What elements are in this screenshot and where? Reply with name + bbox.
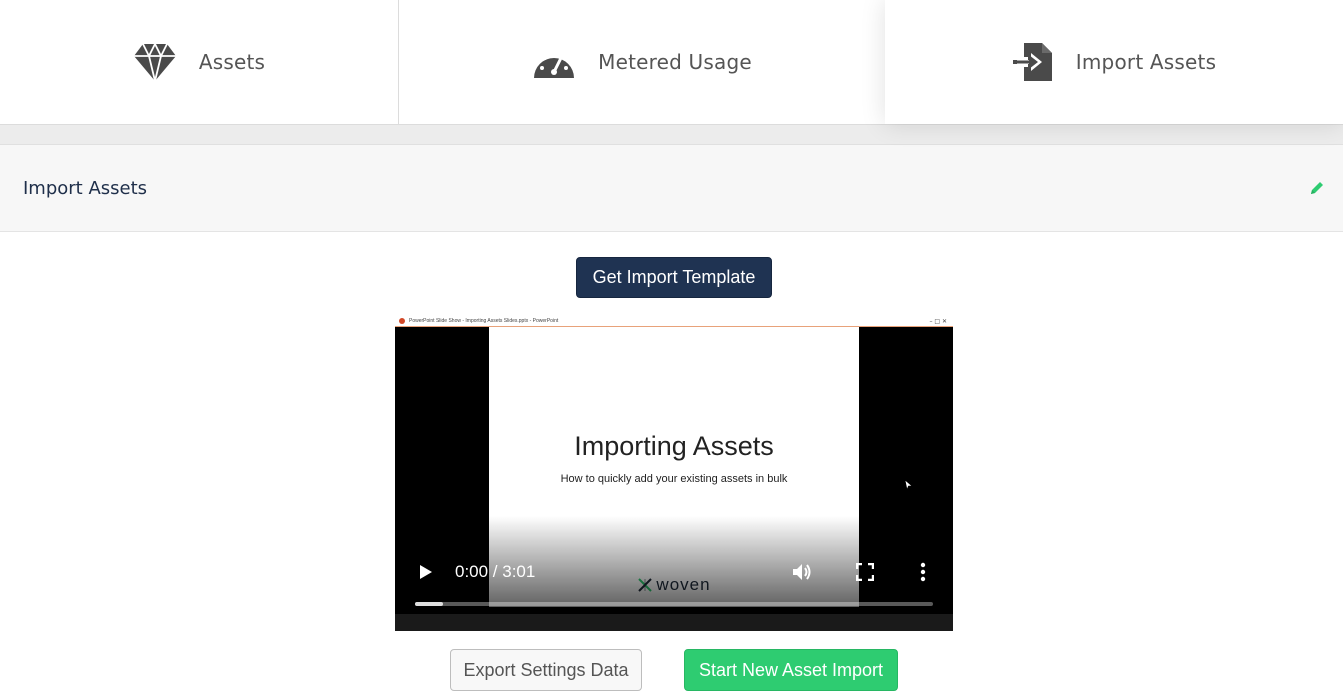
video-window-title: PowerPoint Slide Show - Importing Assets… [409,318,559,324]
top-tabs: Assets Metered Usage Import Assets [0,0,1343,125]
file-import-icon [1012,41,1054,83]
tab-metered-usage[interactable]: Metered Usage [399,0,885,124]
export-settings-data-button[interactable]: Export Settings Data [450,649,642,691]
mouse-cursor-icon [905,480,913,490]
tab-import-assets-label: Import Assets [1075,50,1217,74]
gauge-icon [532,44,576,80]
tab-metered-usage-label: Metered Usage [598,50,752,74]
tab-import-assets[interactable]: Import Assets [885,0,1343,124]
tabs-divider [0,125,1343,145]
video-time: 0:00 / 3:01 [455,562,536,581]
section-header: Import Assets [0,145,1343,232]
video-progress-buffer [415,602,444,606]
window-controls-icon: – □ ✕ [929,318,947,325]
diamond-icon [133,42,177,82]
start-new-asset-import-button[interactable]: Start New Asset Import [684,649,898,691]
get-import-template-button[interactable]: Get Import Template [576,257,772,298]
video-progress-bar[interactable] [415,602,933,606]
video-controls: 0:00 / 3:01 [395,556,953,596]
play-icon[interactable] [415,561,437,583]
fullscreen-icon[interactable] [853,560,877,584]
tab-assets[interactable]: Assets [0,0,399,124]
slide-subtitle: How to quickly add your existing assets … [560,473,788,485]
tab-assets-label: Assets [198,50,266,74]
video-window-titlebar: PowerPoint Slide Show - Importing Assets… [395,316,953,327]
powerpoint-icon [399,318,405,324]
section-title: Import Assets [23,177,148,199]
slide-title: Importing Assets [574,431,774,461]
tutorial-video[interactable]: PowerPoint Slide Show - Importing Assets… [395,316,953,631]
volume-icon[interactable] [791,560,815,584]
pencil-icon[interactable] [1309,180,1325,196]
video-taskbar [395,614,953,631]
more-options-icon[interactable] [913,560,933,584]
